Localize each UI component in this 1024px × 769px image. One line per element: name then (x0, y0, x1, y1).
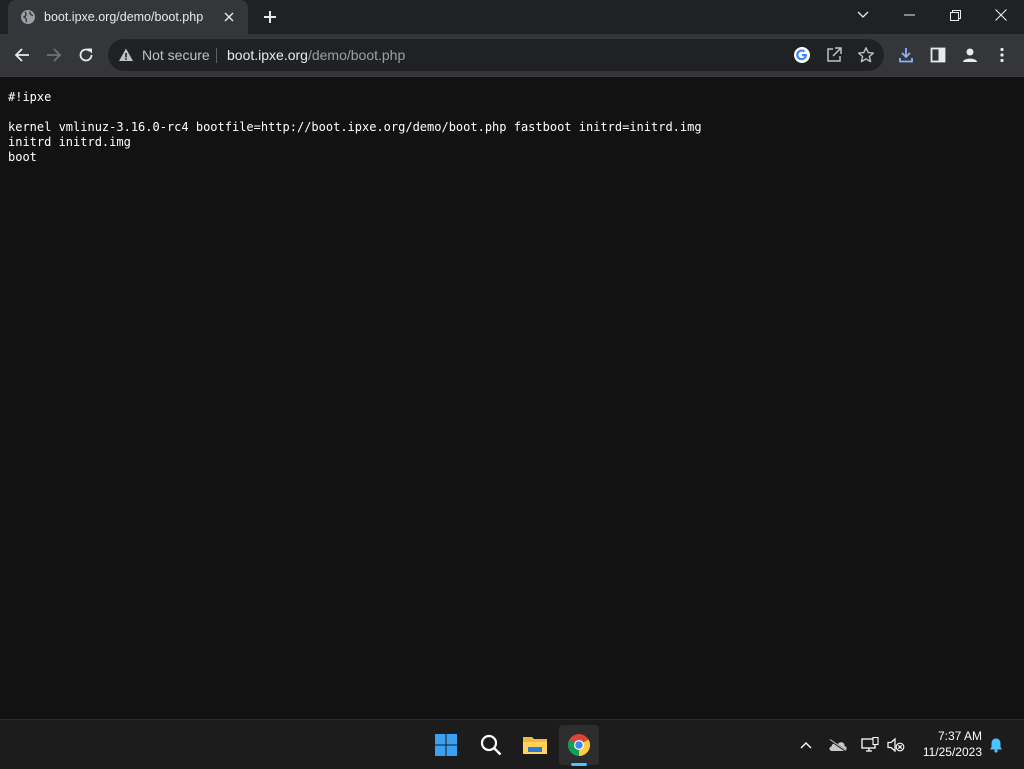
clock-time: 7:37 AM (937, 729, 982, 743)
windows-start-icon (435, 734, 457, 756)
tab-strip: boot.ipxe.org/demo/boot.php (0, 0, 1024, 34)
active-app-indicator (571, 763, 587, 766)
minimize-button[interactable] (886, 0, 932, 30)
clock-date: 11/25/2023 (922, 745, 982, 759)
reload-icon (79, 48, 93, 62)
file-explorer-icon (523, 737, 547, 754)
tab-boot-php[interactable]: boot.ipxe.org/demo/boot.php (8, 0, 248, 34)
globe-icon (20, 9, 36, 25)
url-text[interactable]: boot.ipxe.org/demo/boot.php (227, 39, 405, 71)
share-icon[interactable] (824, 45, 844, 65)
system-clock[interactable]: 7:37 AM 11/25/2023 (914, 728, 982, 760)
back-button[interactable] (6, 39, 38, 71)
file-explorer-button[interactable] (515, 725, 555, 765)
bookmark-star-icon[interactable] (856, 45, 876, 65)
chevron-down-icon (857, 11, 869, 18)
profile-icon (963, 48, 977, 62)
url-path: /demo/boot.php (307, 47, 406, 63)
chevron-up-icon (800, 742, 812, 749)
ipxe-script-text: #!ipxe kernel vmlinuz-3.16.0-rc4 bootfil… (8, 90, 702, 164)
profile-button[interactable] (954, 39, 986, 71)
show-hidden-icons-button[interactable] (796, 735, 816, 755)
browser-toolbar: Not secure boot.ipxe.org/demo/boot.php (0, 34, 1024, 77)
plus-icon (264, 11, 276, 23)
tab-title: boot.ipxe.org/demo/boot.php (44, 10, 204, 24)
google-lens-icon[interactable] (792, 45, 812, 65)
download-icon (899, 48, 913, 63)
search-button[interactable] (471, 725, 511, 765)
close-tab-icon[interactable] (220, 8, 238, 26)
page-content: #!ipxe kernel vmlinuz-3.16.0-rc4 bootfil… (0, 77, 1024, 752)
address-bar[interactable]: Not secure boot.ipxe.org/demo/boot.php (108, 39, 884, 71)
downloads-button[interactable] (890, 39, 922, 71)
address-separator (216, 48, 217, 63)
side-panel-icon (930, 47, 946, 63)
forward-button[interactable] (38, 39, 70, 71)
windows-taskbar: 7:37 AM 11/25/2023 (0, 719, 1024, 769)
url-host: boot.ipxe.org (227, 47, 308, 63)
notification-bell-icon[interactable] (986, 735, 1006, 755)
new-tab-button[interactable] (259, 6, 281, 28)
forward-icon (47, 48, 62, 62)
minimize-icon (903, 14, 915, 16)
start-button[interactable] (426, 725, 466, 765)
onedrive-icon[interactable] (828, 735, 848, 755)
chrome-taskbar-button[interactable] (559, 725, 599, 765)
chrome-icon (568, 734, 590, 756)
restore-icon (949, 9, 961, 21)
menu-icon (1000, 47, 1004, 63)
back-icon (14, 48, 29, 62)
reload-button[interactable] (70, 39, 102, 71)
network-icon[interactable] (860, 735, 880, 755)
security-label[interactable]: Not secure (142, 39, 210, 71)
chrome-menu-button[interactable] (986, 39, 1018, 71)
side-panel-button[interactable] (922, 39, 954, 71)
close-window-button[interactable] (978, 0, 1024, 30)
not-secure-warning-icon[interactable] (118, 47, 134, 63)
volume-muted-icon[interactable] (886, 735, 906, 755)
tab-search-button[interactable] (840, 0, 886, 30)
search-icon (480, 734, 502, 756)
close-icon (995, 9, 1007, 21)
restore-button[interactable] (932, 0, 978, 30)
